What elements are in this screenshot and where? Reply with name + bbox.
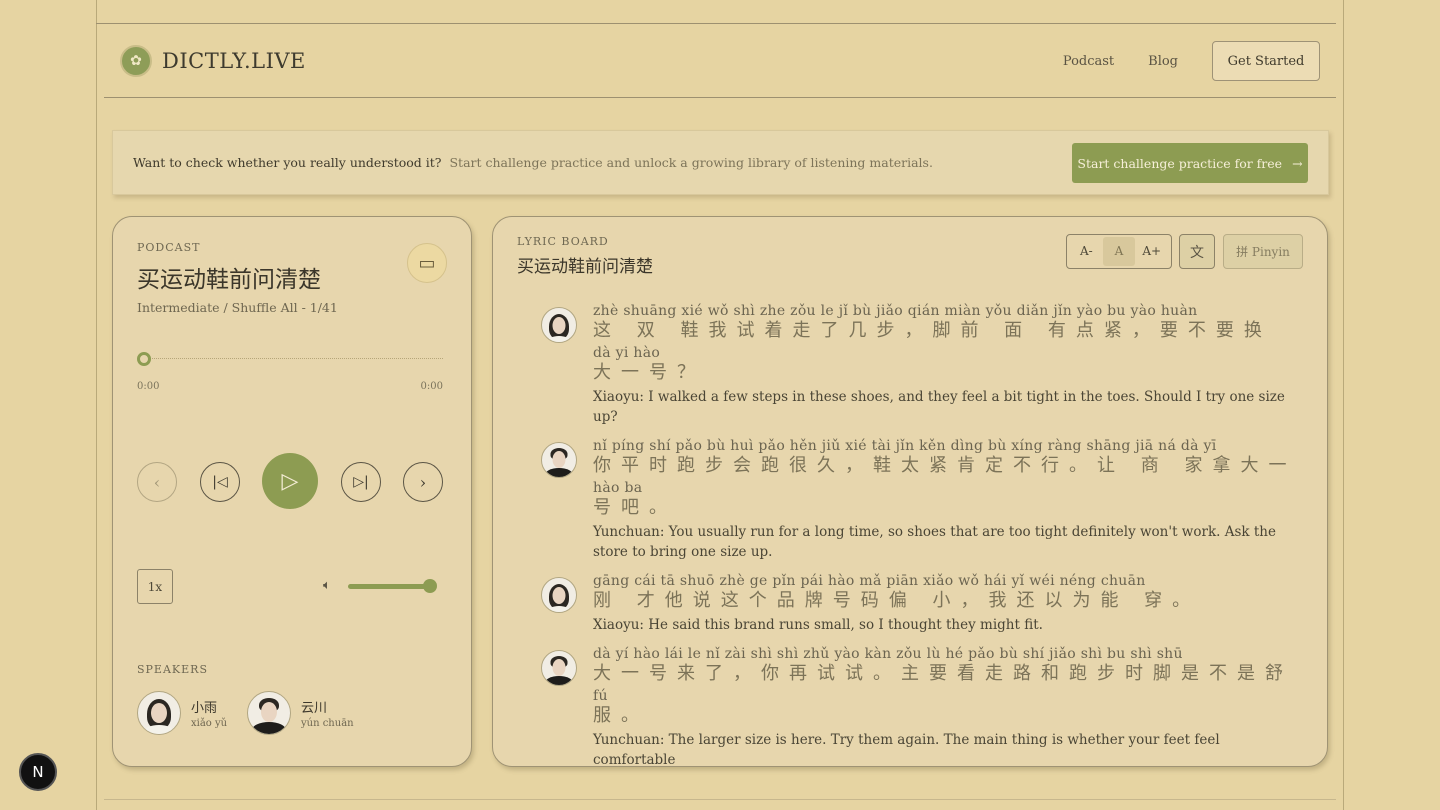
player-card: PODCAST 买运动鞋前问清楚 Intermediate / Shuffle … xyxy=(112,216,472,767)
avatar-body xyxy=(547,336,571,342)
translation-text: Xiaoyu: He said this brand runs small, s… xyxy=(593,617,1043,633)
arrow-right-icon: → xyxy=(1292,155,1303,171)
avatar-body xyxy=(545,468,573,477)
speaker-pinyin: yún chuān xyxy=(301,718,354,729)
start-challenge-button[interactable]: Start challenge practice for free → xyxy=(1072,143,1308,183)
progress-knob[interactable] xyxy=(137,352,151,366)
translate-icon[interactable]: 文 xyxy=(1179,234,1215,269)
top-nav: Podcast Blog Get Started xyxy=(1063,41,1320,81)
font-decrease-button[interactable]: A- xyxy=(1070,237,1103,266)
n-badge-icon[interactable]: N xyxy=(19,753,57,791)
avatar xyxy=(541,650,577,686)
lyric-board-eyebrow: LYRIC BOARD xyxy=(517,235,609,248)
avatar-face xyxy=(151,703,167,723)
hanzi-row: 大一号？ xyxy=(593,362,705,383)
divider xyxy=(96,23,1336,24)
skip-forward-icon[interactable]: ▷| xyxy=(341,462,381,502)
time-current: 0:00 xyxy=(137,381,160,392)
brand-name: DICTLY.LIVE xyxy=(162,49,306,73)
pinyin-row: dà yi hào xyxy=(593,345,661,361)
hanzi-row: 服。 xyxy=(593,705,649,726)
lyric-board-header: LYRIC BOARD 买运动鞋前问清楚 xyxy=(517,235,653,277)
divider xyxy=(104,799,1336,800)
hanzi-row: 这 双 鞋我试着走了几步，脚前 面 有点紧，要不要换 xyxy=(593,320,1272,341)
volume-fill xyxy=(348,584,430,589)
avatar xyxy=(541,442,577,478)
time-total: 0:00 xyxy=(420,381,443,392)
volume-knob[interactable] xyxy=(422,579,437,593)
pinyin-row: gāng cái tā shuō zhè ge pǐn pái hào mǎ p… xyxy=(593,573,1146,589)
hanzi-row: 你平时跑步会跑很久，鞋太紧肯定不行。让 商 家拿大一 xyxy=(593,455,1297,476)
avatar-face xyxy=(552,451,566,468)
avatar xyxy=(247,691,291,735)
hanzi-row: 大一号来了，你再试试。主要看走路和跑步时脚是不是舒 xyxy=(593,663,1293,684)
avatar-face xyxy=(552,659,566,676)
avatar-body xyxy=(252,722,286,734)
speaker-pinyin: xiǎo yǔ xyxy=(191,718,228,729)
lyric-line[interactable]: zhè shuāng xié wǒ shì zhe zǒu le jǐ bù j… xyxy=(541,301,1301,427)
hanzi-row: 号吧。 xyxy=(593,497,677,518)
get-started-button[interactable]: Get Started xyxy=(1212,41,1320,81)
avatar-face xyxy=(552,317,566,334)
avatar-body xyxy=(545,676,573,685)
playback-controls: ‹ |◁ ▷ ▷| › xyxy=(137,453,443,511)
banner-question: Want to check whether you really underst… xyxy=(133,155,442,170)
speaker-name: 云川 xyxy=(301,701,328,716)
play-icon[interactable]: ▷ xyxy=(262,453,318,509)
lyric-lines: zhè shuāng xié wǒ shì zhe zǒu le jǐ bù j… xyxy=(541,301,1301,767)
avatar-body xyxy=(144,725,174,734)
translation-text: Xiaoyu: I walked a few steps in these sh… xyxy=(593,389,1285,425)
volume-slider[interactable] xyxy=(348,579,444,593)
player-subtitle: Intermediate / Shuffle All - 1/41 xyxy=(137,300,338,315)
avatar-face xyxy=(261,702,277,722)
font-increase-button[interactable]: A+ xyxy=(1135,237,1168,266)
chevron-right-icon[interactable]: › xyxy=(403,462,443,502)
lyric-line[interactable]: nǐ píng shí pǎo bù huì pǎo hěn jiǔ xié t… xyxy=(541,436,1301,562)
challenge-banner: Want to check whether you really underst… xyxy=(112,130,1329,195)
volume-icon[interactable]: 🔈︎ xyxy=(323,578,331,593)
nav-blog[interactable]: Blog xyxy=(1148,54,1178,69)
font-size-controls: A- A A+ xyxy=(1066,234,1172,269)
avatar xyxy=(541,307,577,343)
player-eyebrow: PODCAST xyxy=(137,241,201,254)
avatar xyxy=(541,577,577,613)
translation-text: Yunchuan: You usually run for a long tim… xyxy=(593,524,1276,560)
speakers-heading: SPEAKERS xyxy=(137,663,208,676)
pinyin-row: dà yí hào lái le nǐ zài shì shì zhǔ yào … xyxy=(593,646,1183,662)
speaker-yunchuan: 云川 yún chuān xyxy=(247,691,354,735)
lyric-board: LYRIC BOARD 买运动鞋前问清楚 A- A A+ 文 拼 Pinyin … xyxy=(492,216,1328,767)
nav-podcast[interactable]: Podcast xyxy=(1063,54,1114,69)
translation-text: Yunchuan: The larger size is here. Try t… xyxy=(593,732,1220,767)
progress-slider[interactable] xyxy=(137,352,443,366)
box-icon[interactable]: ▭ xyxy=(407,243,447,283)
pinyin-row: zhè shuāng xié wǒ shì zhe zǒu le jǐ bù j… xyxy=(593,303,1198,319)
lyric-board-title: 买运动鞋前问清楚 xyxy=(517,257,653,277)
speed-button[interactable]: 1x xyxy=(137,569,173,604)
brand[interactable]: ✿ DICTLY.LIVE xyxy=(120,45,306,77)
skip-back-icon[interactable]: |◁ xyxy=(200,462,240,502)
avatar-face xyxy=(552,587,566,604)
player-title: 买运动鞋前问清楚 xyxy=(137,267,321,293)
player-header: PODCAST 买运动鞋前问清楚 Intermediate / Shuffle … xyxy=(137,241,338,315)
hanzi-row: 刚 才他说这个品牌号码偏 小，我还以为能 穿。 xyxy=(593,590,1201,611)
squirrel-logo-icon: ✿ xyxy=(120,45,152,77)
banner-subtext: Start challenge practice and unlock a gr… xyxy=(449,155,933,170)
pinyin-row: fú xyxy=(593,688,608,704)
avatar xyxy=(137,691,181,735)
divider xyxy=(104,97,1336,98)
progress-track xyxy=(145,358,443,360)
chevron-left-icon[interactable]: ‹ xyxy=(137,462,177,502)
speaker-xiaoyu: 小雨 xiǎo yǔ xyxy=(137,691,227,735)
speaker-name: 小雨 xyxy=(191,701,218,716)
lyric-line[interactable]: gāng cái tā shuō zhè ge pǐn pái hào mǎ p… xyxy=(541,571,1301,635)
avatar-body xyxy=(547,606,571,612)
pinyin-toggle-button[interactable]: 拼 Pinyin xyxy=(1223,234,1303,269)
start-challenge-label: Start challenge practice for free xyxy=(1077,155,1283,171)
lyric-line[interactable]: dà yí hào lái le nǐ zài shì shì zhǔ yào … xyxy=(541,644,1301,767)
pinyin-row: hào ba xyxy=(593,480,643,496)
pinyin-row: nǐ píng shí pǎo bù huì pǎo hěn jiǔ xié t… xyxy=(593,438,1217,454)
font-default-button[interactable]: A xyxy=(1102,237,1136,266)
